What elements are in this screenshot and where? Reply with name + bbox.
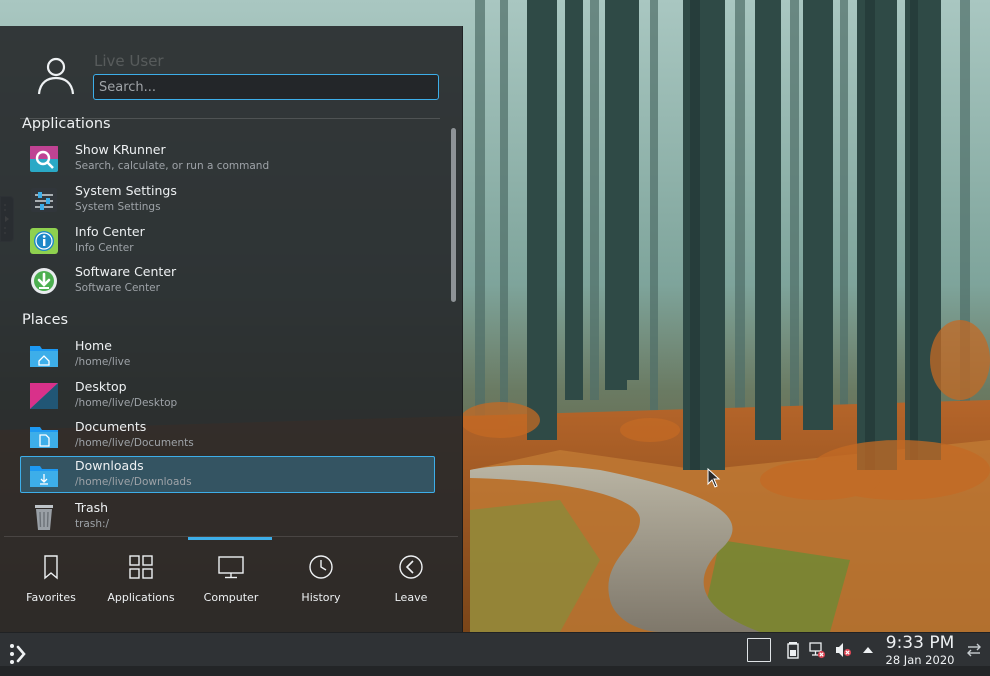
place-path: /home/live/Downloads <box>75 476 192 488</box>
home-folder-icon <box>30 346 58 367</box>
place-item-desktop[interactable]: Desktop /home/live/Desktop <box>20 377 435 414</box>
section-title-applications: Applications <box>22 116 111 132</box>
place-path: /home/live/Documents <box>75 437 194 449</box>
place-path: /home/live/Desktop <box>75 397 178 409</box>
tab-label: Favorites <box>26 591 76 604</box>
tab-favorites[interactable]: Favorites <box>6 537 96 607</box>
place-label: Home <box>75 338 112 353</box>
volume-muted-icon[interactable] <box>834 641 852 659</box>
place-item-documents[interactable]: Documents /home/live/Documents <box>20 417 435 454</box>
app-label: Info Center <box>75 224 145 239</box>
place-label: Desktop <box>75 379 127 394</box>
clock-time[interactable]: 9:33 PM <box>884 633 956 653</box>
tab-label: Leave <box>394 591 428 604</box>
chevron-left-circle-icon <box>399 555 423 579</box>
place-item-trash[interactable]: Trash trash:/ <box>20 498 435 535</box>
downloads-folder-icon <box>30 466 58 487</box>
place-item-downloads[interactable]: Downloads /home/live/Downloads <box>20 456 435 493</box>
app-item-info-center[interactable]: Info Center Info Center <box>20 222 435 259</box>
monitor-icon <box>218 556 244 579</box>
show-desktop-icon[interactable] <box>747 638 771 662</box>
user-avatar-icon[interactable] <box>34 54 78 98</box>
place-label: Downloads <box>75 458 144 473</box>
tab-history[interactable]: History <box>276 537 366 607</box>
app-label: System Settings <box>75 183 177 198</box>
section-title-places: Places <box>22 312 69 328</box>
app-description: Info Center <box>75 242 134 254</box>
tab-leave[interactable]: Leave <box>366 537 456 607</box>
clock-icon <box>309 555 333 579</box>
documents-folder-icon <box>30 427 58 448</box>
application-launcher: Live User Applications Show KRunner Sear… <box>0 26 463 632</box>
tab-computer[interactable]: Computer <box>186 537 276 607</box>
app-description: Software Center <box>75 282 160 294</box>
place-path: /home/live <box>75 356 131 368</box>
battery-icon[interactable] <box>784 641 802 659</box>
app-item-krunner[interactable]: Show KRunner Search, calculate, or run a… <box>20 140 435 177</box>
network-disconnected-icon[interactable] <box>808 641 826 659</box>
place-label: Documents <box>75 419 147 434</box>
tab-label: Applications <box>107 591 175 604</box>
mouse-cursor-icon <box>707 468 721 488</box>
desktop-folder-icon <box>30 383 58 409</box>
panel-bottom-strip <box>0 666 990 676</box>
tab-label: Computer <box>203 591 259 604</box>
active-tab-indicator <box>188 537 272 540</box>
app-item-system-settings[interactable]: System Settings System Settings <box>20 181 435 218</box>
app-description: Search, calculate, or run a command <box>75 160 270 172</box>
user-name: Live User <box>94 52 164 70</box>
software-center-icon <box>31 268 57 294</box>
tab-label: History <box>301 591 341 604</box>
launcher-scrollbar[interactable] <box>451 128 456 302</box>
place-item-home[interactable]: Home /home/live <box>20 336 435 373</box>
krunner-icon <box>30 146 58 172</box>
tab-applications[interactable]: Applications <box>96 537 186 607</box>
grid-icon <box>129 555 153 579</box>
application-launcher-button[interactable] <box>4 639 34 669</box>
expand-tray-arrow-icon[interactable] <box>859 641 877 659</box>
app-item-software-center[interactable]: Software Center Software Center <box>20 262 435 299</box>
info-center-icon <box>30 228 58 254</box>
place-label: Trash <box>75 500 109 515</box>
trash-icon <box>35 505 53 530</box>
clock-date[interactable]: 28 Jan 2020 <box>880 653 960 667</box>
panel-settings-icon[interactable] <box>965 641 983 659</box>
app-description: System Settings <box>75 201 161 213</box>
place-path: trash:/ <box>75 518 110 530</box>
app-label: Show KRunner <box>75 142 166 157</box>
search-input[interactable] <box>93 74 439 100</box>
bookmark-icon <box>44 555 58 580</box>
app-label: Software Center <box>75 264 177 279</box>
system-settings-icon <box>31 188 57 212</box>
